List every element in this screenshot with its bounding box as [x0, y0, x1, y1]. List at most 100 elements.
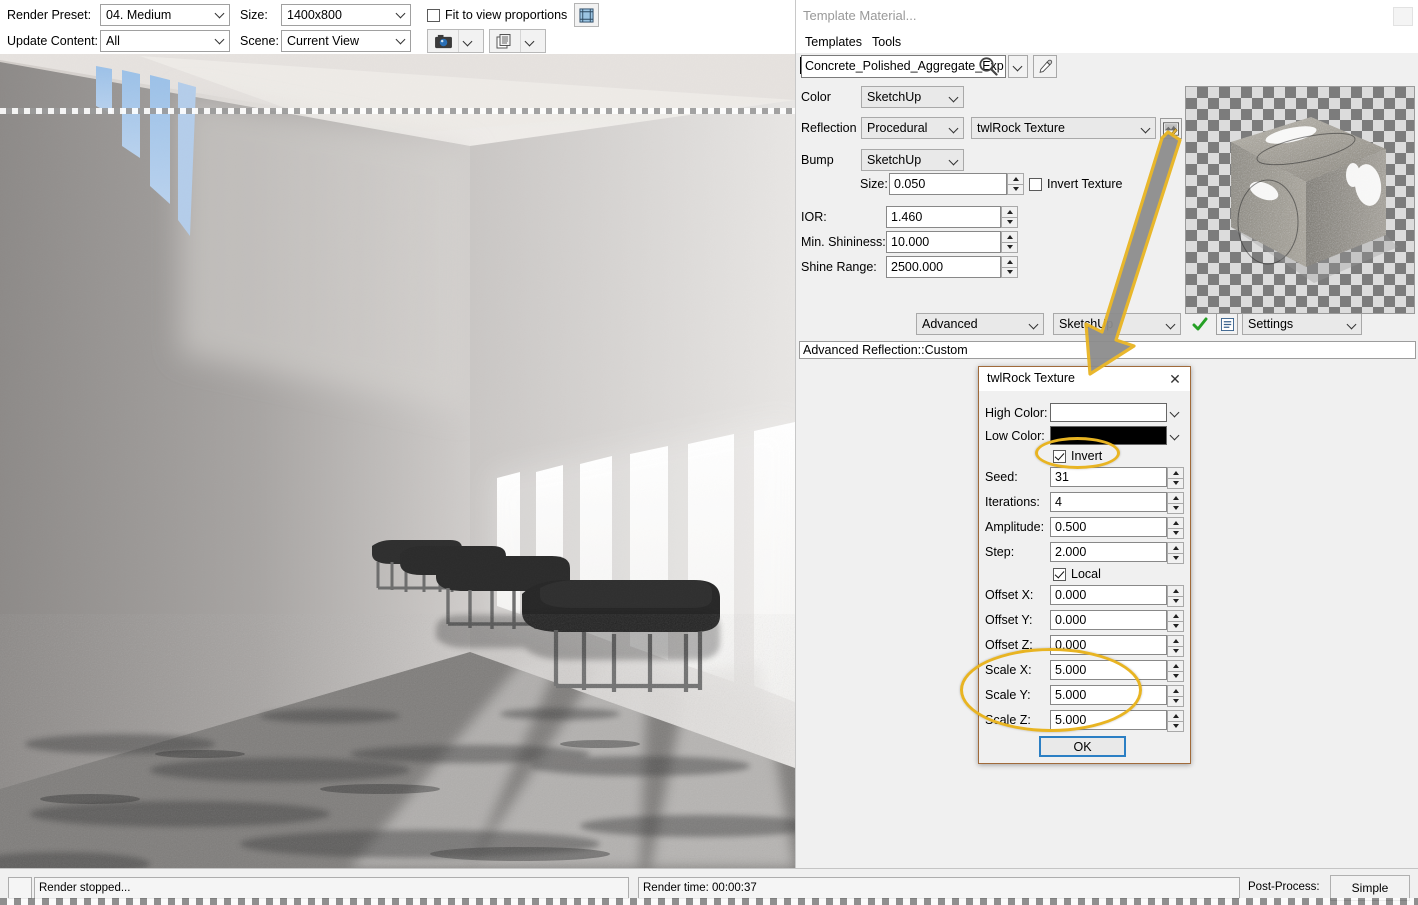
- material-preset-dropdown[interactable]: [1008, 55, 1028, 78]
- chevron-down-icon[interactable]: [458, 30, 478, 52]
- menu-tools[interactable]: Tools: [868, 34, 905, 51]
- reflection-type-select[interactable]: Procedural: [861, 117, 964, 139]
- scale-y-spinner[interactable]: [1167, 685, 1184, 707]
- offset-x-input[interactable]: 0.000: [1050, 585, 1167, 605]
- update-content-select[interactable]: All: [100, 30, 230, 52]
- spinner-up-button[interactable]: [1167, 492, 1184, 503]
- bump-source-select[interactable]: SketchUp: [861, 149, 964, 171]
- spinner-up-button[interactable]: [1001, 206, 1018, 217]
- scale-y-input[interactable]: 5.000: [1050, 685, 1167, 705]
- local-label: Local: [1071, 567, 1101, 581]
- offset-x-spinner[interactable]: [1167, 585, 1184, 607]
- step-input[interactable]: 2.000: [1050, 542, 1167, 562]
- scene-select[interactable]: Current View: [281, 30, 411, 52]
- checkbox-box: [1053, 449, 1066, 463]
- settings-select[interactable]: Settings: [1242, 313, 1362, 335]
- spinner-up-button[interactable]: [1001, 231, 1018, 242]
- spinner-up-button[interactable]: [1167, 467, 1184, 478]
- spinner-up-button[interactable]: [1167, 635, 1184, 646]
- spinner-down-button[interactable]: [1167, 552, 1184, 564]
- spinner-down-button[interactable]: [1167, 670, 1184, 682]
- amplitude-spinner[interactable]: [1167, 517, 1184, 539]
- spinner-down-button[interactable]: [1167, 595, 1184, 607]
- iterations-spinner[interactable]: [1167, 492, 1184, 514]
- spinner-down-button[interactable]: [1167, 620, 1184, 632]
- spinner-down-button[interactable]: [1167, 502, 1184, 514]
- spinner-down-button[interactable]: [1167, 695, 1184, 707]
- offset-z-spinner[interactable]: [1167, 635, 1184, 657]
- spinner-up-button[interactable]: [1167, 585, 1184, 596]
- spinner-down-button[interactable]: [1167, 645, 1184, 657]
- invert-checkbox[interactable]: Invert: [1053, 449, 1102, 463]
- spinner-down-button[interactable]: [1167, 720, 1184, 732]
- min-shininess-spinner[interactable]: [1001, 231, 1018, 253]
- shine-range-input[interactable]: 2500.000: [886, 256, 1001, 278]
- scale-x-label: Scale X:: [985, 663, 1032, 677]
- bump-size-input[interactable]: 0.050: [889, 173, 1007, 195]
- spinner-up-button[interactable]: [1167, 610, 1184, 621]
- apply-material-button[interactable]: [1189, 313, 1211, 335]
- fit-crop-button[interactable]: [574, 3, 599, 27]
- amplitude-input[interactable]: 0.500: [1050, 517, 1167, 537]
- high-color-dropdown[interactable]: [1167, 403, 1183, 422]
- batch-render-button[interactable]: [489, 29, 546, 53]
- offset-x-label: Offset X:: [985, 588, 1034, 602]
- scale-z-input[interactable]: 5.000: [1050, 710, 1167, 730]
- low-color-swatch[interactable]: [1050, 426, 1167, 445]
- spinner-down-button[interactable]: [1167, 477, 1184, 489]
- scale-z-spinner[interactable]: [1167, 710, 1184, 732]
- spinner-down-button[interactable]: [1001, 216, 1018, 228]
- edit-texture-button[interactable]: [1160, 118, 1182, 139]
- chevron-down-icon[interactable]: [520, 30, 540, 52]
- spinner-up-button[interactable]: [1167, 710, 1184, 721]
- shine-range-row: Shine Range: 2500.000: [796, 256, 1196, 280]
- spinner-up-button[interactable]: [1167, 685, 1184, 696]
- reflection-texture-select[interactable]: twlRock Texture: [971, 117, 1156, 139]
- size-select[interactable]: 1400x800: [281, 4, 411, 26]
- material-list-button[interactable]: [1216, 313, 1238, 335]
- offset-y-spinner[interactable]: [1167, 610, 1184, 632]
- low-color-dropdown[interactable]: [1167, 426, 1183, 445]
- shine-range-spinner[interactable]: [1001, 256, 1018, 278]
- spinner-down-button[interactable]: [1167, 527, 1184, 539]
- spinner-down-button[interactable]: [1001, 241, 1018, 253]
- close-icon[interactable]: ✕: [1164, 369, 1186, 389]
- spinner-up-button[interactable]: [1167, 660, 1184, 671]
- color-source-select[interactable]: SketchUp: [861, 86, 964, 108]
- material-preview[interactable]: [1185, 86, 1415, 314]
- spinner-up-button[interactable]: [1007, 173, 1024, 184]
- offset-z-input[interactable]: 0.000: [1050, 635, 1167, 655]
- step-spinner[interactable]: [1167, 542, 1184, 564]
- invert-texture-checkbox[interactable]: Invert Texture: [1029, 177, 1123, 191]
- amplitude-label: Amplitude:: [985, 520, 1045, 534]
- ok-button[interactable]: OK: [1039, 736, 1126, 757]
- seed-input[interactable]: 31: [1050, 467, 1167, 487]
- iterations-input[interactable]: 4: [1050, 492, 1167, 512]
- engine-select[interactable]: SketchUp: [1053, 313, 1181, 335]
- ior-spinner[interactable]: [1001, 206, 1018, 228]
- material-name-input[interactable]: Concrete_Polished_Aggregate_Exp: [801, 55, 1006, 78]
- ior-input[interactable]: 1.460: [886, 206, 1001, 228]
- min-shininess-input[interactable]: 10.000: [886, 231, 1001, 253]
- magnifier-icon[interactable]: [978, 56, 998, 79]
- eyedropper-button[interactable]: [1033, 55, 1057, 78]
- offset-y-input[interactable]: 0.000: [1050, 610, 1167, 630]
- render-preset-select[interactable]: 04. Medium: [100, 4, 230, 26]
- render-viewport[interactable]: [0, 54, 795, 868]
- spinner-down-button[interactable]: [1007, 183, 1024, 195]
- bump-size-spinner[interactable]: [1007, 173, 1024, 195]
- spinner-up-button[interactable]: [1167, 542, 1184, 553]
- local-checkbox[interactable]: Local: [1053, 567, 1101, 581]
- spinner-up-button[interactable]: [1167, 517, 1184, 528]
- scale-x-spinner[interactable]: [1167, 660, 1184, 682]
- spinner-down-button[interactable]: [1001, 266, 1018, 278]
- menu-templates[interactable]: Templates: [801, 34, 866, 51]
- render-button[interactable]: [427, 29, 484, 53]
- seed-spinner[interactable]: [1167, 467, 1184, 489]
- panel-window-button[interactable]: [1393, 7, 1413, 26]
- scale-x-input[interactable]: 5.000: [1050, 660, 1167, 680]
- high-color-swatch[interactable]: [1050, 403, 1167, 422]
- fit-to-view-proportions-checkbox[interactable]: Fit to view proportions: [427, 8, 567, 22]
- spinner-up-button[interactable]: [1001, 256, 1018, 267]
- mode-select[interactable]: Advanced: [916, 313, 1044, 335]
